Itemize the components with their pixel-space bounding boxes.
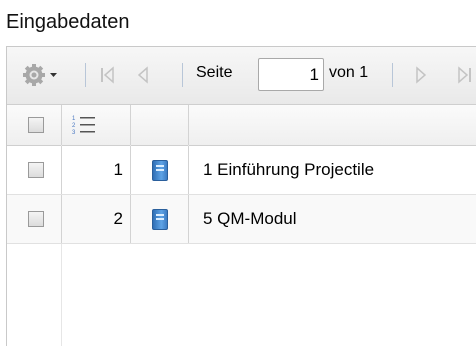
- row-number: 2: [113, 209, 123, 228]
- select-all-checkbox[interactable]: [28, 117, 44, 133]
- gear-icon: [23, 64, 57, 86]
- paging-toolbar: Seite von 1: [7, 47, 476, 105]
- first-page-button[interactable]: [95, 61, 119, 89]
- table-row[interactable]: 2 5 QM-Modul: [7, 195, 476, 244]
- row-title: 1 Einführung Projectile: [203, 160, 375, 179]
- row-title: 5 QM-Modul: [203, 209, 297, 228]
- next-page-button[interactable]: [409, 61, 433, 89]
- page-label: Seite: [196, 64, 233, 81]
- data-grid-panel: Seite von 1 1 2 3: [6, 46, 476, 346]
- row-number-header[interactable]: 1 2 3: [71, 114, 101, 136]
- page-number-input[interactable]: [258, 58, 324, 91]
- last-page-icon: [458, 66, 471, 84]
- prev-page-button[interactable]: [131, 61, 155, 89]
- next-page-icon: [416, 66, 427, 84]
- panel-title: Eingabedaten: [6, 11, 130, 33]
- row-checkbox[interactable]: [28, 211, 44, 227]
- table-row[interactable]: 1 1 Einführung Projectile: [7, 146, 476, 195]
- numbered-list-icon: 1 2 3: [72, 116, 95, 136]
- book-icon: [152, 160, 168, 181]
- row-checkbox[interactable]: [28, 162, 44, 178]
- grid-header: 1 2 3: [7, 105, 476, 146]
- row-number: 1: [113, 160, 123, 179]
- book-icon: [152, 209, 168, 230]
- settings-menu-button[interactable]: [21, 61, 61, 89]
- title-column-header[interactable]: [189, 105, 476, 145]
- svg-text:2: 2: [72, 123, 76, 129]
- page-count-label: von 1: [329, 64, 369, 81]
- first-page-icon: [101, 66, 114, 84]
- last-page-button[interactable]: [453, 61, 476, 89]
- svg-text:1: 1: [72, 116, 76, 122]
- svg-text:3: 3: [72, 130, 76, 136]
- prev-page-icon: [137, 66, 148, 84]
